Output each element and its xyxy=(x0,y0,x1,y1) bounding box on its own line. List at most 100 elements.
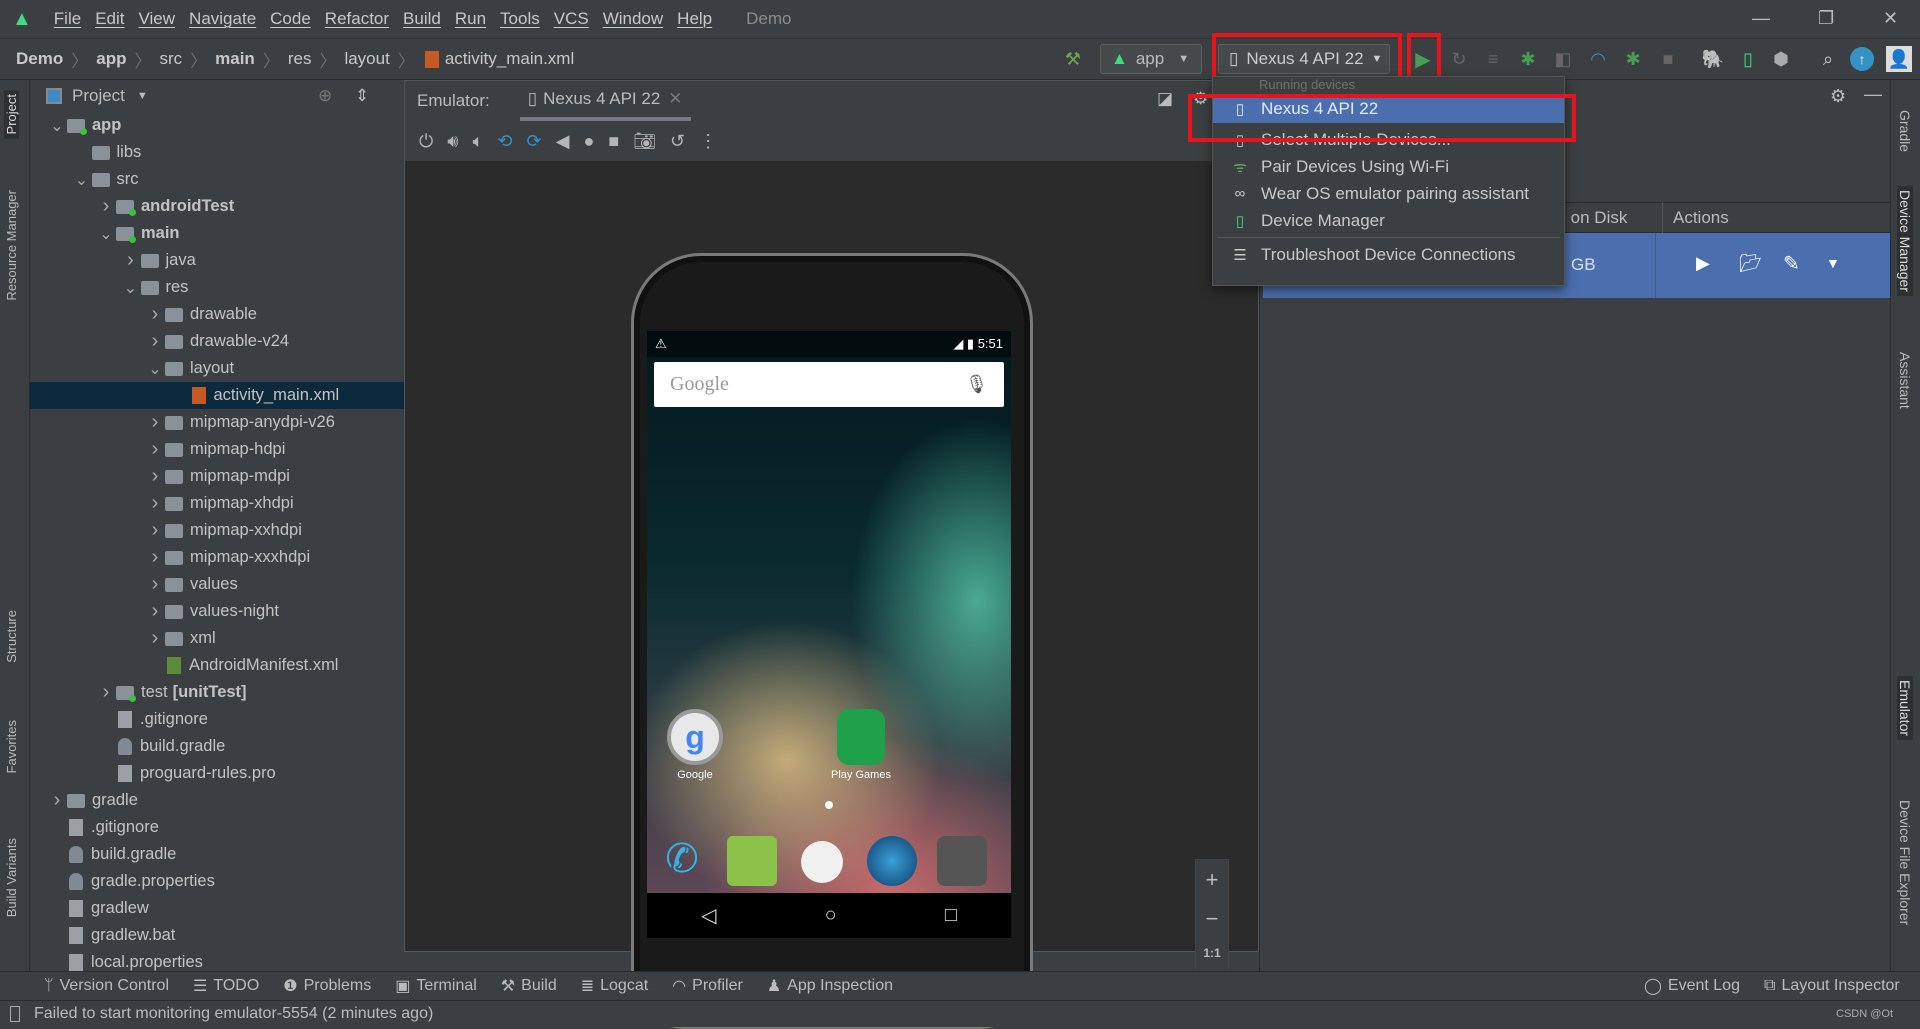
tree-item[interactable]: › xml xyxy=(30,625,404,652)
messaging-app-icon[interactable] xyxy=(727,836,777,886)
tree-item[interactable]: build.gradle xyxy=(30,733,404,760)
tree-item[interactable]: › values-night xyxy=(30,598,404,625)
tree-item[interactable]: › mipmap-xhdpi xyxy=(30,490,404,517)
camera-app-icon[interactable] xyxy=(937,836,987,886)
column-actions[interactable]: Actions xyxy=(1662,202,1729,233)
project-view-selector[interactable]: Project xyxy=(72,86,125,106)
tab-resource-manager[interactable]: Resource Manager xyxy=(4,190,19,301)
google-search-bar[interactable]: Google 🎙︎ xyxy=(654,362,1004,407)
dropdown-item-wear-os[interactable]: ∞ Wear OS emulator pairing assistant xyxy=(1213,180,1564,207)
zoom-in-icon[interactable]: + xyxy=(1206,867,1219,893)
tree-item[interactable]: › values xyxy=(30,571,404,598)
chevron-right-icon[interactable]: › xyxy=(145,411,165,434)
chevron-down-icon[interactable]: ▼ xyxy=(137,90,148,102)
more-icon[interactable]: ⋮ xyxy=(699,131,717,152)
tab-device-manager[interactable]: Device Manager xyxy=(1897,186,1913,296)
tree-item[interactable]: .gitignore xyxy=(30,814,404,841)
debug-icon[interactable]: ✱ xyxy=(1515,46,1541,72)
apply-code-changes-icon[interactable]: ≡ xyxy=(1480,46,1506,72)
chevron-right-icon[interactable]: › xyxy=(96,681,116,704)
tool-profiler[interactable]: ◠ Profiler xyxy=(672,976,743,996)
app-google[interactable]: g Google xyxy=(655,709,735,781)
search-icon[interactable]: ⌕ xyxy=(1815,46,1841,72)
tab-emulator[interactable]: Emulator xyxy=(1897,676,1913,741)
launch-icon[interactable]: ▶ xyxy=(1696,253,1710,274)
tool-problems[interactable]: ❶ Problems xyxy=(283,976,371,996)
breadcrumb-layout[interactable]: layout xyxy=(344,49,389,69)
tab-build-variants[interactable]: Build Variants xyxy=(4,838,19,917)
tree-item[interactable]: activity_main.xml xyxy=(30,382,404,409)
tree-item[interactable]: › mipmap-hdpi xyxy=(30,436,404,463)
breadcrumb-file[interactable]: activity_main.xml xyxy=(445,49,574,69)
tab-device-file-explorer[interactable]: Device File Explorer xyxy=(1897,800,1913,925)
dropdown-item-troubleshoot[interactable]: ☰ Troubleshoot Device Connections xyxy=(1213,241,1564,268)
breadcrumb-res[interactable]: res xyxy=(288,49,312,69)
breadcrumb-demo[interactable]: Demo xyxy=(16,49,63,69)
dropdown-item-device-manager[interactable]: ▯ Device Manager xyxy=(1213,207,1564,234)
collapse-all-icon[interactable]: ⇕ xyxy=(355,86,369,106)
tree-item[interactable]: ⌄ main xyxy=(30,220,404,247)
sdk-manager-icon[interactable]: ⬢ xyxy=(1768,46,1794,72)
chevron-right-icon[interactable]: › xyxy=(96,195,116,218)
tree-item[interactable]: .gitignore xyxy=(30,706,404,733)
tree-item[interactable]: proguard-rules.pro xyxy=(30,760,404,787)
breadcrumb-app[interactable]: app xyxy=(96,49,126,69)
menu-vcs[interactable]: VCS xyxy=(554,9,589,29)
overview-icon[interactable]: ■ xyxy=(608,131,619,152)
zoom-actual-size[interactable]: 1:1 xyxy=(1203,946,1220,960)
browser-app-icon[interactable] xyxy=(867,836,917,886)
tree-item[interactable]: › test [unitTest] xyxy=(30,679,404,706)
tab-gradle[interactable]: Gradle xyxy=(1897,110,1913,152)
zoom-out-icon[interactable]: − xyxy=(1206,906,1219,932)
chevron-right-icon[interactable]: › xyxy=(145,303,165,326)
close-tab-icon[interactable]: ✕ xyxy=(668,89,682,109)
phone-app-icon[interactable]: ✆ xyxy=(657,836,707,886)
tab-favorites[interactable]: Favorites xyxy=(4,720,19,773)
menu-run[interactable]: Run xyxy=(455,9,486,29)
menu-code[interactable]: Code xyxy=(270,9,311,29)
tree-item[interactable]: ⌄ app xyxy=(30,112,404,139)
tool-terminal[interactable]: ▣ Terminal xyxy=(395,976,477,996)
attach-icon[interactable]: ◧ xyxy=(1550,46,1576,72)
apply-changes-icon[interactable]: ↻ xyxy=(1446,46,1472,72)
app-drawer-icon[interactable] xyxy=(801,841,843,883)
chevron-down-icon[interactable]: ⌄ xyxy=(96,224,116,244)
update-icon[interactable]: ↑ xyxy=(1850,47,1874,71)
nav-back-icon[interactable]: ◁ xyxy=(701,903,716,928)
chevron-down-icon[interactable]: ⌄ xyxy=(145,359,165,379)
microphone-icon[interactable]: 🎙︎ xyxy=(965,374,988,395)
phone-screen[interactable]: ⚠ ◢ ▮ 5:51 Google 🎙︎ g Google Play Games… xyxy=(647,331,1011,938)
emulator-device-tab[interactable]: ▯ Nexus 4 API 22 ✕ xyxy=(519,81,691,121)
menu-file[interactable]: File xyxy=(54,9,81,29)
avatar[interactable]: 👤 xyxy=(1886,46,1912,72)
chevron-right-icon[interactable]: › xyxy=(145,438,165,461)
back-icon[interactable]: ◀ xyxy=(556,131,570,152)
menu-help[interactable]: Help xyxy=(677,9,712,29)
tree-item[interactable]: gradlew xyxy=(30,895,404,922)
snapshot-icon[interactable]: ↺ xyxy=(670,131,685,152)
tree-item[interactable]: gradlew.bat xyxy=(30,922,404,949)
tree-item[interactable]: › mipmap-anydpi-v26 xyxy=(30,409,404,436)
float-window-icon[interactable]: ◪ xyxy=(1157,89,1173,109)
tree-item[interactable]: › androidTest xyxy=(30,193,404,220)
locate-icon[interactable]: ⊕ xyxy=(318,86,332,106)
nav-recents-icon[interactable]: □ xyxy=(945,904,957,927)
chevron-down-icon[interactable]: ⌄ xyxy=(47,116,67,136)
tree-item[interactable]: › java xyxy=(30,247,404,274)
menu-refactor[interactable]: Refactor xyxy=(325,9,389,29)
breadcrumb-main[interactable]: main xyxy=(215,49,255,69)
tab-structure[interactable]: Structure xyxy=(4,610,19,663)
chevron-down-icon[interactable]: ⌄ xyxy=(72,170,92,190)
nav-home-icon[interactable]: ○ xyxy=(825,904,837,927)
menu-navigate[interactable]: Navigate xyxy=(189,9,256,29)
app-play-games[interactable]: Play Games xyxy=(821,709,901,781)
menu-edit[interactable]: Edit xyxy=(95,9,124,29)
tree-item[interactable]: libs xyxy=(30,139,404,166)
dropdown-item-pair-wifi[interactable]: ᯤ Pair Devices Using Wi-Fi xyxy=(1213,153,1564,180)
camera-icon[interactable]: 📷︎ xyxy=(633,131,656,152)
chevron-right-icon[interactable]: › xyxy=(145,573,165,596)
tab-assistant[interactable]: Assistant xyxy=(1897,352,1913,409)
chevron-right-icon[interactable]: › xyxy=(145,600,165,623)
tree-item[interactable]: gradle.properties xyxy=(30,868,404,895)
chevron-right-icon[interactable]: › xyxy=(145,627,165,650)
